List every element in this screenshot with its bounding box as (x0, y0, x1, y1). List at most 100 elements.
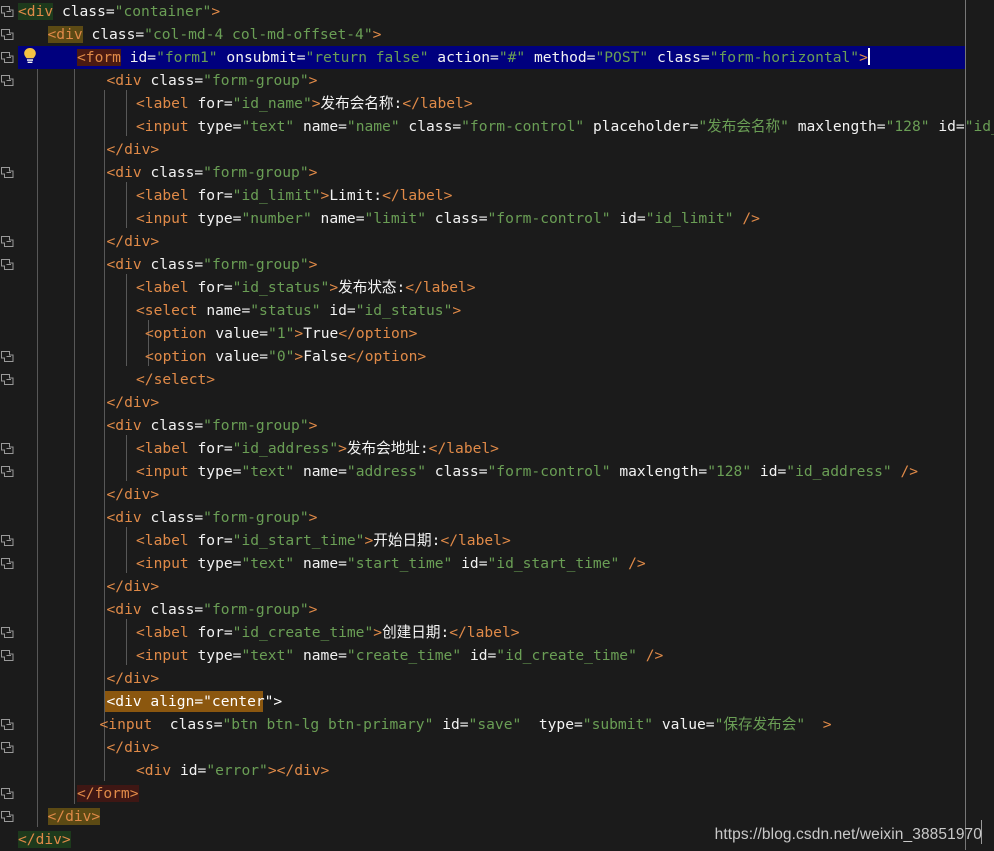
code-token: "form-control" (487, 210, 611, 227)
code-line[interactable]: <option value="0">False</option> (145, 345, 426, 368)
code-line[interactable]: <input type="text" name="name" class="fo… (136, 115, 994, 138)
code-line[interactable]: <label for="id_limit">Limit:</label> (136, 184, 452, 207)
code-token: </label> (440, 532, 511, 549)
code-token: "128" (707, 463, 752, 480)
code-line[interactable]: </div> (107, 230, 160, 253)
code-token: "form-group" (203, 164, 309, 181)
code-token: > (294, 325, 304, 342)
code-token: placeholder= (592, 118, 699, 135)
code-line[interactable]: <input class="btn btn-lg btn-primary" id… (100, 713, 832, 736)
indent-guide (126, 90, 127, 136)
code-token: id= (329, 302, 356, 319)
code-token: <select (136, 302, 198, 319)
code-token: </label> (402, 95, 473, 112)
code-line[interactable]: </div> (107, 483, 160, 506)
code-line[interactable]: </div> (107, 575, 160, 598)
code-line[interactable]: </div> (107, 736, 160, 759)
code-line[interactable]: </select> (136, 368, 215, 391)
code-token: "form1" (156, 49, 218, 66)
code-token: onsubmit= (226, 49, 306, 66)
code-token: id= (759, 463, 787, 480)
code-line[interactable]: <div align="center"> (107, 690, 283, 713)
editor-code-surface[interactable]: <div class="container"> <div class="col-m… (0, 0, 994, 850)
code-line[interactable]: <label for="id_create_time">创建日期:</label… (136, 621, 520, 644)
code-editor[interactable]: <div class="container"> <div class="col-m… (0, 0, 994, 850)
code-token: > (267, 762, 277, 779)
code-line[interactable]: <label for="id_start_time">开始日期:</label> (136, 529, 511, 552)
code-line[interactable]: <label for="id_status">发布状态:</label> (136, 276, 476, 299)
code-line[interactable]: </div> (47, 805, 101, 828)
code-token: "limit" (364, 210, 426, 227)
code-token: Limit: (329, 187, 383, 204)
code-token: class= (434, 210, 488, 227)
code-line[interactable]: <div class="form-group"> (107, 506, 318, 529)
code-line[interactable]: <select name="status" id="id_status"> (136, 299, 461, 322)
code-line[interactable]: <input type="text" name="address" class=… (136, 460, 918, 483)
code-token: type= (197, 118, 242, 135)
code-token: "保存发布会" (714, 716, 806, 733)
code-token: "container" (114, 3, 212, 20)
code-token: > (364, 532, 374, 549)
code-token: name= (206, 302, 251, 319)
code-token: "id_start_time" (232, 532, 365, 549)
indent-guide (104, 90, 105, 781)
code-token: <label (136, 187, 189, 204)
code-line[interactable]: <div class="container"> (18, 0, 220, 23)
code-token: 创建日期: (382, 624, 450, 641)
code-token: </label> (382, 187, 453, 204)
code-token: "#" (498, 49, 526, 66)
code-token: > (308, 72, 318, 89)
code-line[interactable]: </div> (18, 828, 71, 851)
code-token: /> (742, 210, 760, 227)
code-token: for= (197, 95, 233, 112)
code-line[interactable]: <div class="form-group"> (107, 253, 318, 276)
code-token: class= (169, 716, 223, 733)
code-token: "form-group" (203, 417, 309, 434)
code-token: </div> (106, 486, 160, 503)
code-token: "id_status" (355, 302, 453, 319)
code-token: > (373, 624, 383, 641)
code-token: <div (47, 26, 83, 43)
code-token: /> (628, 555, 646, 572)
code-line[interactable]: <input type="number" name="limit" class=… (136, 207, 760, 230)
code-line[interactable]: <div class="form-group"> (107, 414, 318, 437)
code-token: for= (197, 624, 233, 641)
code-token: class= (61, 3, 115, 20)
code-line[interactable]: <div class="form-group"> (107, 69, 318, 92)
code-line[interactable]: <div id="error"></div> (136, 759, 329, 782)
code-token: class= (150, 256, 204, 273)
code-line[interactable]: <label for="id_address">发布会地址:</label> (136, 437, 499, 460)
code-token: > (859, 49, 868, 66)
code-line[interactable]: <label for="id_name">发布会名称:</label> (136, 92, 473, 115)
code-token: <label (136, 95, 189, 112)
code-line[interactable]: <input type="text" name="create_time" id… (136, 644, 663, 667)
code-line[interactable]: </div> (107, 138, 160, 161)
code-token: </select> (136, 371, 216, 388)
lightbulb-icon[interactable] (20, 47, 40, 67)
code-line[interactable]: </form> (77, 782, 139, 805)
code-line[interactable]: <div class="col-md-4 col-md-offset-4"> (47, 23, 381, 46)
code-line[interactable]: <div class="form-group"> (107, 161, 318, 184)
indent-guide (126, 435, 127, 481)
code-line[interactable]: <div class="form-group"> (107, 598, 318, 621)
code-line[interactable]: <form id="form1" onsubmit="return false"… (77, 46, 870, 69)
code-line[interactable]: </div> (107, 391, 160, 414)
code-line[interactable]: <input type="text" name="start_time" id=… (136, 552, 646, 575)
code-line[interactable]: <option value="1">True</option> (145, 322, 417, 345)
code-token: > (308, 509, 318, 526)
code-token: "start_time" (346, 555, 453, 572)
code-token: "id_name" (232, 95, 312, 112)
code-line[interactable]: </div> (107, 667, 160, 690)
code-token: <input (99, 716, 153, 733)
